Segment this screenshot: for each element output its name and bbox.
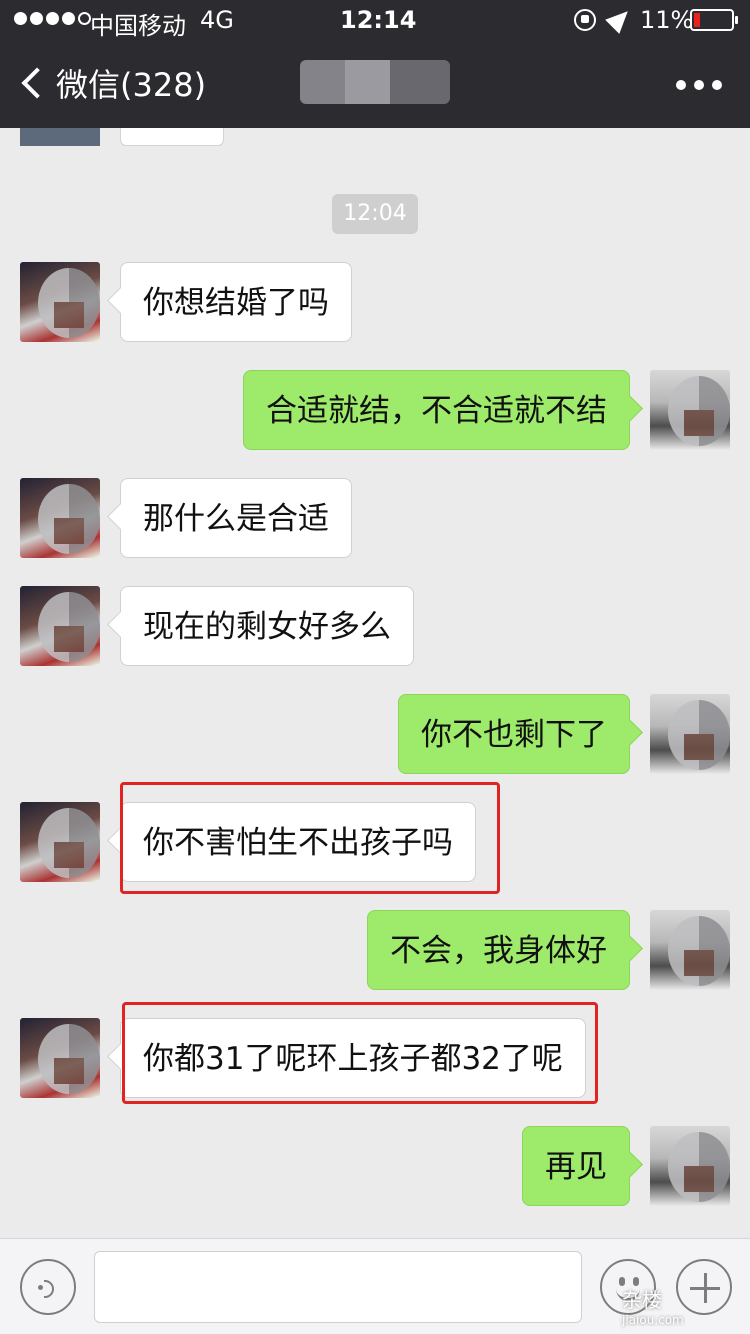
message-bubble-partial: [120, 128, 224, 146]
back-label: 微信(328): [56, 66, 207, 104]
signal-dot: [14, 12, 27, 25]
more-dot-icon: [694, 80, 704, 90]
battery-fill: [694, 13, 700, 27]
more-dot-icon: [676, 80, 686, 90]
my-avatar[interactable]: [650, 1126, 730, 1206]
battery-icon: [690, 9, 738, 31]
avatar-blur: [668, 916, 730, 986]
contact-name-blurred: [300, 60, 450, 104]
message-bubble[interactable]: 再见: [522, 1126, 630, 1206]
top-bar: 中国移动 4G 12:14 11% 微信(328): [0, 0, 750, 128]
more-dot-icon: [712, 80, 722, 90]
my-avatar[interactable]: [650, 370, 730, 450]
chevron-left-icon: [21, 67, 53, 99]
watermark-sub: jiaiou.com: [622, 1313, 684, 1327]
contact-avatar[interactable]: [20, 478, 100, 558]
message-bubble[interactable]: 不会，我身体好: [367, 910, 630, 990]
back-button[interactable]: 微信(328): [14, 56, 206, 110]
clock: 12:14: [340, 6, 417, 34]
status-bar: 中国移动 4G 12:14 11%: [0, 0, 750, 42]
carrier-name: 中国移动: [90, 12, 186, 40]
signal-strength-icon: [14, 12, 91, 25]
signal-dot: [62, 12, 75, 25]
avatar-blur: [668, 1132, 730, 1202]
message-bubble[interactable]: 你不也剩下了: [398, 694, 630, 774]
avatar-blur: [38, 592, 100, 662]
message-bubble[interactable]: 那什么是合适: [120, 478, 352, 558]
my-avatar[interactable]: [650, 910, 730, 990]
message-input[interactable]: [94, 1251, 582, 1323]
highlight-box: [122, 1002, 598, 1104]
message-timestamp: 12:04: [332, 194, 418, 234]
avatar-blur: [38, 268, 100, 338]
location-arrow-icon: [605, 4, 635, 34]
more-options-button[interactable]: [676, 80, 722, 90]
watermark-main: 杂楼: [622, 1288, 662, 1312]
my-avatar[interactable]: [650, 694, 730, 774]
contact-avatar[interactable]: [20, 1018, 100, 1098]
signal-dot: [30, 12, 43, 25]
avatar[interactable]: [20, 128, 100, 146]
message-bubble[interactable]: 现在的剩女好多么: [120, 586, 414, 666]
network-type: 4G: [200, 6, 234, 34]
avatar-blur: [668, 700, 730, 770]
avatar-blur: [38, 808, 100, 878]
avatar-blur: [668, 376, 730, 446]
battery-percent: 11%: [640, 6, 694, 34]
contact-avatar[interactable]: [20, 586, 100, 666]
more-functions-plus-button[interactable]: [676, 1259, 732, 1315]
avatar-blur: [38, 484, 100, 554]
contact-avatar[interactable]: [20, 262, 100, 342]
nav-bar: 微信(328): [0, 42, 750, 128]
signal-dot: [46, 12, 59, 25]
watermark: 杂楼 jiaiou.com: [622, 1284, 684, 1327]
rotation-lock-icon: [574, 9, 596, 31]
contact-avatar[interactable]: [20, 802, 100, 882]
message-bubble[interactable]: 合适就结，不合适就不结: [243, 370, 630, 450]
message-bubble[interactable]: 你想结婚了吗: [120, 262, 352, 342]
voice-input-button[interactable]: [20, 1259, 76, 1315]
chat-area[interactable]: 12:04 你想结婚了吗 合适就结，不合适就不结 那什么是合适 现在的剩女好多么…: [0, 128, 750, 1238]
highlight-box: [120, 782, 500, 894]
avatar-blur: [38, 1024, 100, 1094]
